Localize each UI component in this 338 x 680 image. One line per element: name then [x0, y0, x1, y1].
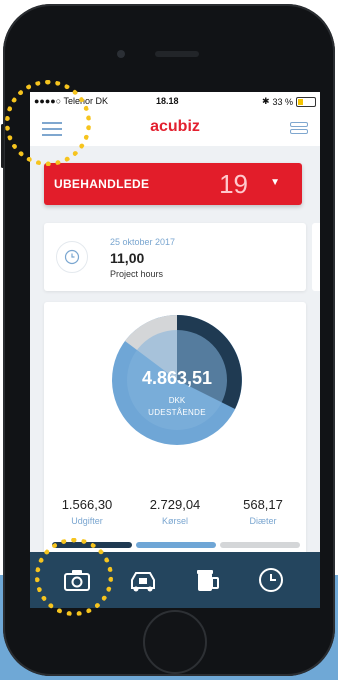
battery-percent: 33 % — [272, 96, 293, 107]
stat-value: 568,17 — [243, 497, 283, 512]
unhandled-banner[interactable]: UBEHANDLEDE 19 ▼ — [44, 163, 302, 205]
app-screen: ●●●●○ Telenor DK 18.18 ✱ 33 % acubiz UBE… — [30, 92, 320, 608]
segment-bar-allowances — [220, 542, 300, 548]
mileage-tab[interactable] — [128, 566, 158, 594]
project-hours-card[interactable]: 25 oktober 2017 11,00 Project hours — [44, 223, 306, 291]
next-card-peek[interactable] — [312, 223, 320, 291]
segment-bar-mileage — [136, 542, 216, 548]
unhandled-label: UBEHANDLEDE — [54, 177, 150, 191]
outstanding-amount: 4.863,51 — [141, 368, 213, 388]
battery-icon — [296, 96, 316, 107]
outstanding-caption: UDESTÅENDE — [148, 408, 206, 417]
outstanding-currency: DKK — [168, 396, 186, 405]
clock-icon — [56, 241, 88, 273]
clock-icon — [259, 568, 283, 592]
coffee-icon — [197, 570, 219, 591]
stat-value: 1.566,30 — [61, 497, 113, 512]
stat-mileage[interactable]: 2.729,04 Kørsel — [132, 497, 218, 526]
unhandled-count: 19 — [219, 169, 248, 199]
status-right: ✱ 33 % — [262, 96, 316, 107]
stat-label: Kørsel — [161, 516, 188, 526]
highlight-ring-camera — [35, 538, 113, 616]
highlight-ring-menu — [5, 80, 91, 166]
stat-allowances[interactable]: 568,17 Diæter — [220, 497, 306, 526]
phone-side-button — [1, 124, 4, 168]
caret-down-icon: ▼ — [270, 177, 280, 188]
outstanding-summary-card: 4.863,51 DKK UDESTÅENDE 1.566,30 Udgifte… — [44, 302, 306, 562]
donut-center: 4.863,51 DKK UDESTÅENDE — [112, 310, 242, 450]
hours-caption: Project hours — [110, 269, 164, 279]
earpiece-speaker — [155, 51, 199, 57]
bluetooth-icon: ✱ — [261, 96, 270, 106]
status-time: 18.18 — [156, 96, 179, 106]
stat-label: Diæter — [249, 516, 277, 526]
view-toggle-icon[interactable] — [290, 122, 308, 138]
time-tab[interactable] — [256, 566, 286, 594]
allowance-tab[interactable] — [192, 566, 222, 594]
hours-value: 11,00 — [110, 250, 145, 266]
front-camera — [117, 50, 125, 58]
home-button[interactable] — [143, 610, 207, 674]
hours-date: 25 oktober 2017 — [110, 237, 176, 247]
stat-label: Udgifter — [71, 516, 103, 526]
stat-expenses[interactable]: 1.566,30 Udgifter — [44, 497, 130, 526]
stat-value: 2.729,04 — [149, 497, 201, 512]
car-icon — [131, 572, 155, 592]
